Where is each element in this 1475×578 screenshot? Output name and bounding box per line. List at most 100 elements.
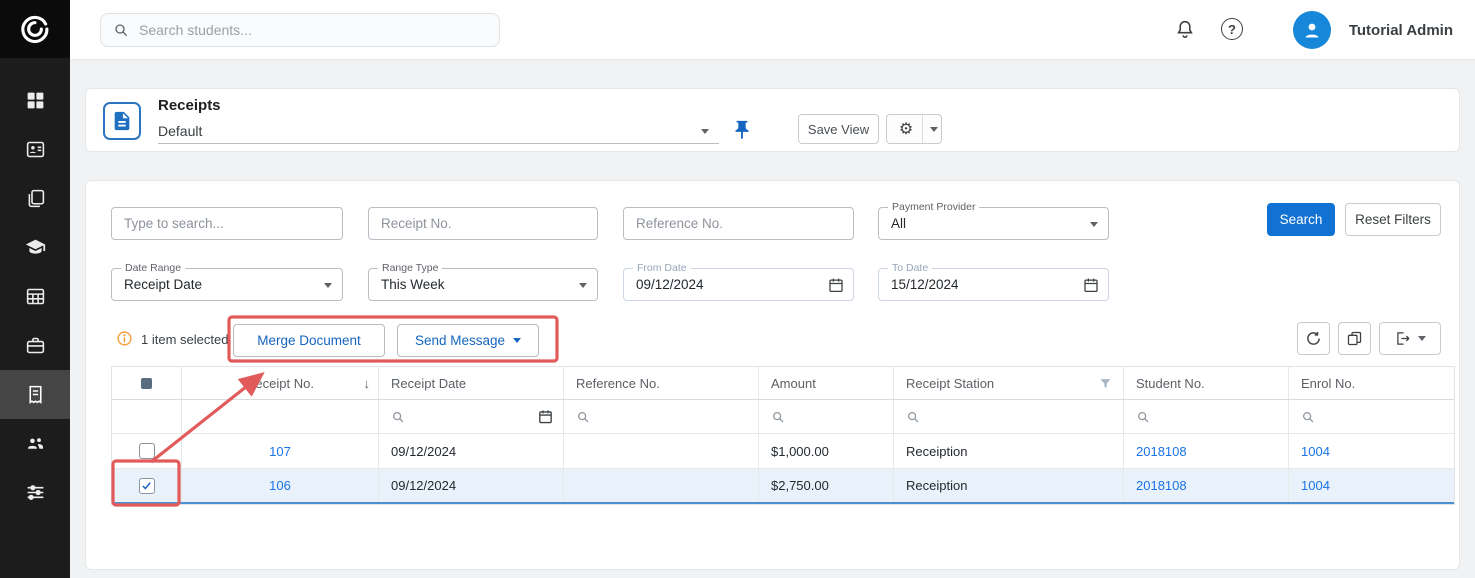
save-view-button[interactable]: Save View	[798, 114, 879, 144]
payment-provider-value: All	[891, 216, 906, 231]
date-range-select[interactable]: Date Range Receipt Date	[111, 268, 343, 301]
view-selector[interactable]: Default	[158, 119, 719, 144]
filter-cell-receipt-station[interactable]	[894, 400, 1124, 433]
sidebar-item-dashboard[interactable]	[0, 76, 70, 125]
send-message-label: Send Message	[415, 333, 505, 348]
refresh-icon	[1305, 330, 1322, 347]
chevron-down-icon	[1418, 336, 1426, 341]
sidebar-item-receipts[interactable]	[0, 370, 70, 419]
notifications-button[interactable]	[1174, 18, 1196, 40]
filter-cell-receipt-date[interactable]	[379, 400, 564, 433]
keyword-search-input[interactable]	[111, 207, 343, 240]
to-date-field[interactable]: To Date 15/12/2024	[878, 268, 1109, 301]
refresh-button[interactable]	[1297, 322, 1330, 355]
pushpin-icon	[731, 119, 753, 141]
person-icon	[1300, 18, 1324, 42]
search-input[interactable]	[139, 22, 487, 38]
chevron-down-icon	[930, 127, 938, 132]
select-all-header[interactable]	[112, 367, 182, 399]
enrol-no-link[interactable]: 1004	[1301, 444, 1330, 459]
filter-cell-receipt-no[interactable]	[182, 400, 379, 433]
export-icon	[1394, 330, 1411, 347]
range-type-value: This Week	[381, 277, 445, 292]
reset-filters-button[interactable]: Reset Filters	[1345, 203, 1441, 236]
to-date-label: To Date	[888, 262, 932, 274]
select-all-checkbox[interactable]	[141, 378, 152, 389]
column-header-receipt-date[interactable]: Receipt Date	[379, 367, 564, 399]
view-settings-button[interactable]: ⚙	[886, 114, 942, 144]
search-icon	[391, 410, 405, 424]
table-row[interactable]: 106 09/12/2024 $2,750.00 Receiption 2018…	[112, 469, 1454, 504]
briefcase-icon	[25, 335, 46, 356]
receipt-no-input[interactable]	[368, 207, 598, 240]
table-row[interactable]: 107 09/12/2024 $1,000.00 Receiption 2018…	[112, 434, 1454, 469]
receipt-date-cell: 09/12/2024	[379, 434, 564, 468]
gear-icon: ⚙	[890, 119, 922, 139]
receipt-no-link[interactable]: 107	[269, 444, 291, 459]
sidebar-item-business[interactable]	[0, 321, 70, 370]
calendar-icon[interactable]	[827, 276, 845, 294]
student-no-link[interactable]: 2018108	[1136, 444, 1187, 459]
column-header-receipt-station[interactable]: Receipt Station	[894, 367, 1124, 399]
documents-icon	[25, 188, 46, 209]
filter-cell-enrol-no[interactable]	[1289, 400, 1454, 433]
search-icon	[576, 410, 590, 424]
bell-icon	[1174, 18, 1196, 40]
user-name: Tutorial Admin	[1349, 22, 1453, 39]
sidebar-item-documents[interactable]	[0, 174, 70, 223]
merge-document-button[interactable]: Merge Document	[233, 324, 385, 357]
chevron-down-icon	[1090, 222, 1098, 227]
receipt-no-link[interactable]: 106	[269, 478, 291, 493]
copy-grid-button[interactable]	[1338, 322, 1371, 355]
calendar-icon[interactable]	[1082, 276, 1100, 294]
calendar-icon[interactable]	[537, 408, 554, 425]
sliders-icon	[25, 482, 46, 503]
sidebar-item-contacts[interactable]	[0, 419, 70, 468]
from-date-value: 09/12/2024	[636, 277, 704, 292]
filter-cell-student-no[interactable]	[1124, 400, 1289, 433]
enrol-no-link[interactable]: 1004	[1301, 478, 1330, 493]
range-type-select[interactable]: Range Type This Week	[368, 268, 598, 301]
sidebar	[0, 0, 70, 578]
filter-cell-reference-no[interactable]	[564, 400, 759, 433]
filter-funnel-icon[interactable]	[1098, 376, 1113, 391]
sidebar-item-courses[interactable]	[0, 223, 70, 272]
help-button[interactable]: ?	[1221, 18, 1243, 40]
pin-view-button[interactable]	[731, 119, 753, 141]
column-header-enrol-no[interactable]: Enrol No.	[1289, 367, 1454, 399]
send-message-button[interactable]: Send Message	[397, 324, 539, 357]
search-icon	[113, 22, 129, 38]
filter-cell-select	[112, 400, 182, 433]
student-no-link[interactable]: 2018108	[1136, 478, 1187, 493]
graduation-cap-icon	[25, 237, 46, 258]
filter-cell-amount[interactable]	[759, 400, 894, 433]
sidebar-item-settings[interactable]	[0, 468, 70, 517]
reference-no-input[interactable]	[623, 207, 854, 240]
row-checkbox[interactable]	[139, 478, 155, 494]
table-filter-row	[112, 400, 1454, 434]
row-checkbox[interactable]	[139, 443, 155, 459]
export-button[interactable]	[1379, 322, 1441, 355]
user-menu[interactable]: Tutorial Admin	[1293, 10, 1453, 50]
search-icon	[1136, 410, 1150, 424]
search-icon	[771, 410, 785, 424]
search-button[interactable]: Search	[1267, 203, 1335, 236]
column-header-amount[interactable]: Amount	[759, 367, 894, 399]
to-date-value: 15/12/2024	[891, 277, 959, 292]
receipts-table: Receipt No. ↓ Receipt Date Reference No.…	[111, 366, 1455, 505]
column-header-student-no[interactable]: Student No.	[1124, 367, 1289, 399]
receipt-station-cell: Receiption	[894, 434, 1124, 468]
sidebar-item-students[interactable]	[0, 125, 70, 174]
receipt-date-cell: 09/12/2024	[379, 469, 564, 502]
column-header-reference-no[interactable]: Reference No.	[564, 367, 759, 399]
divider	[922, 115, 923, 143]
logo-swirl-icon	[18, 12, 52, 46]
brand-logo[interactable]	[0, 0, 70, 58]
from-date-field[interactable]: From Date 09/12/2024	[623, 268, 854, 301]
amount-cell: $2,750.00	[759, 469, 894, 502]
payment-provider-select[interactable]: Payment Provider All	[878, 207, 1109, 240]
payment-provider-label: Payment Provider	[888, 201, 979, 213]
column-header-receipt-no[interactable]: Receipt No. ↓	[182, 367, 379, 399]
topbar: ? Tutorial Admin	[70, 0, 1475, 60]
sidebar-item-tables[interactable]	[0, 272, 70, 321]
